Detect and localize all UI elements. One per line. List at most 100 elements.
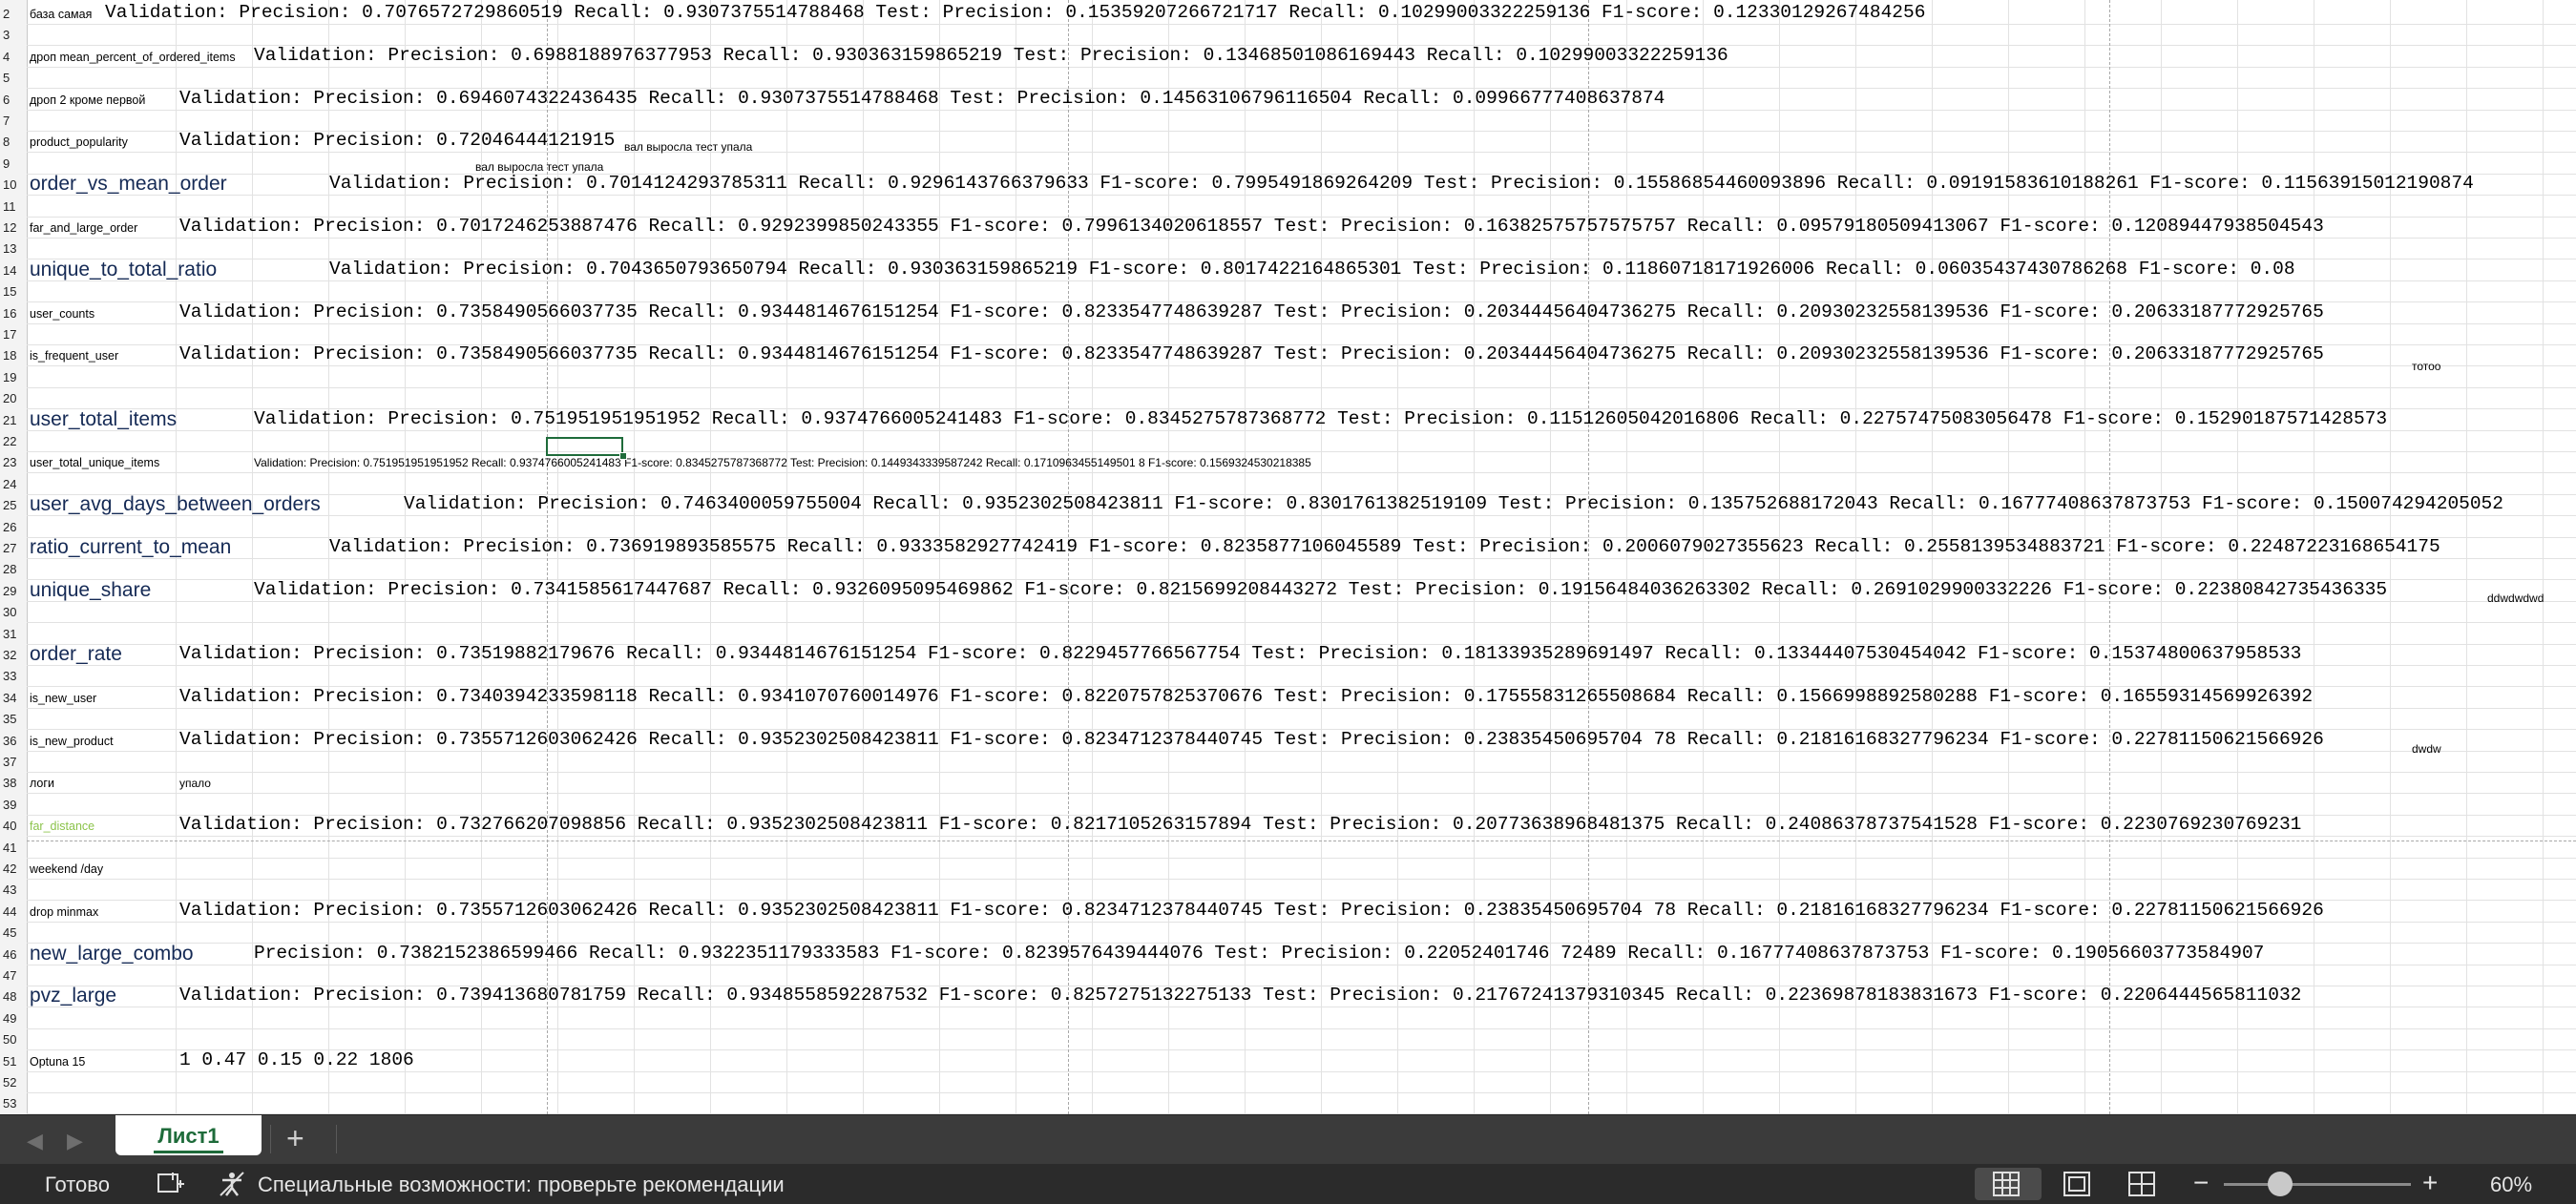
note-cell[interactable]: вал выросла тест упала <box>624 141 752 153</box>
row-number[interactable]: 44 <box>0 905 28 918</box>
row-number[interactable]: 7 <box>0 114 28 127</box>
result-cell[interactable]: Validation: Precision: 0.694607432243643… <box>179 89 1665 109</box>
row-label[interactable]: Optuna 15 <box>30 1056 85 1069</box>
row-number[interactable]: 22 <box>0 435 28 447</box>
row-number[interactable]: 36 <box>0 735 28 747</box>
row-number[interactable]: 42 <box>0 862 28 875</box>
row-label[interactable]: is_new_product <box>30 736 114 748</box>
row-label[interactable]: product_popularity <box>30 136 128 149</box>
row-label[interactable]: new_large_combo <box>30 944 194 964</box>
row-number[interactable]: 28 <box>0 563 28 575</box>
result-cell[interactable]: Validation: Precision: 0.732766207098856… <box>179 815 2301 835</box>
row-number[interactable]: 43 <box>0 883 28 896</box>
tab-sheet1[interactable]: Лист1 <box>115 1115 262 1155</box>
result-cell[interactable]: Validation: Precision: 0.72046444121915 <box>179 131 615 151</box>
zoom-slider-knob[interactable] <box>2268 1172 2293 1196</box>
row-label[interactable]: user_total_unique_items <box>30 457 159 469</box>
result-cell[interactable]: Validation: Precision: 0.735571260306242… <box>179 730 2324 750</box>
row-label[interactable]: логи <box>30 778 54 790</box>
row-number[interactable]: 34 <box>0 692 28 704</box>
row-number[interactable]: 24 <box>0 478 28 490</box>
row-label[interactable]: unique_to_total_ratio <box>30 259 217 280</box>
row-label[interactable]: far_distance <box>30 820 94 833</box>
result-cell[interactable]: Validation: Precision: 0.735849056603773… <box>179 344 2324 364</box>
fill-handle[interactable] <box>619 452 627 460</box>
result-cell[interactable]: Validation: Precision: 0.701724625388747… <box>179 217 2324 237</box>
row-number[interactable]: 17 <box>0 328 28 341</box>
row-label[interactable]: weekend /day <box>30 863 103 876</box>
selected-cell[interactable] <box>546 437 623 456</box>
row-label[interactable]: unique_share <box>30 580 151 600</box>
note-cell[interactable]: вал выросла тест упала <box>475 161 603 173</box>
row-number[interactable]: 46 <box>0 948 28 961</box>
row-number[interactable]: 40 <box>0 820 28 832</box>
result-cell[interactable]: Validation: Precision: 0.746340005975500… <box>404 494 2503 514</box>
row-label[interactable]: is_new_user <box>30 693 96 705</box>
result-cell[interactable]: упало <box>179 778 211 789</box>
note-cell[interactable]: тотоо <box>2412 361 2440 372</box>
row-number[interactable]: 49 <box>0 1012 28 1025</box>
zoom-level[interactable]: 60% <box>2490 1174 2532 1195</box>
accessibility-icon[interactable] <box>218 1171 246 1201</box>
row-number[interactable]: 45 <box>0 926 28 939</box>
result-cell[interactable]: Validation: Precision: 0.751951951951952… <box>254 457 1311 468</box>
row-number[interactable]: 3 <box>0 29 28 41</box>
result-cell[interactable]: Validation: Precision: 0.734158561744768… <box>254 580 2387 600</box>
row-number[interactable]: 29 <box>0 585 28 597</box>
result-cell[interactable]: Validation: Precision: 0.735571260306242… <box>179 901 2324 921</box>
row-number[interactable]: 27 <box>0 542 28 554</box>
row-label[interactable]: база самая <box>30 9 92 21</box>
row-number[interactable]: 8 <box>0 135 28 148</box>
plus-icon[interactable]: + <box>286 1123 304 1153</box>
chevron-left-icon[interactable]: ◀ <box>27 1129 43 1153</box>
row-number[interactable]: 20 <box>0 392 28 405</box>
macro-record-icon[interactable] <box>156 1171 186 1201</box>
row-number[interactable]: 11 <box>0 200 28 213</box>
zoom-slider[interactable] <box>2224 1183 2411 1186</box>
row-number[interactable]: 51 <box>0 1055 28 1068</box>
row-label[interactable]: drop minmax <box>30 906 98 919</box>
row-number[interactable]: 2 <box>0 8 28 20</box>
row-number[interactable]: 26 <box>0 521 28 533</box>
note-cell[interactable]: ddwdwdwd <box>2487 592 2544 604</box>
result-cell[interactable]: Validation: Precision: 0.751951951951952… <box>254 409 2387 429</box>
row-number[interactable]: 38 <box>0 777 28 789</box>
spreadsheet-grid[interactable]: 2 3 4 5 6 7 8 9 10 11 12 13 14 15 16 17 18 19 20 21 22 23 24 25… <box>0 0 2576 1114</box>
row-number[interactable]: 48 <box>0 990 28 1003</box>
result-cell[interactable]: Validation: Precision: 0.701412429378531… <box>329 174 2474 194</box>
row-number[interactable]: 37 <box>0 756 28 768</box>
accessibility-status[interactable]: Специальные возможности: проверьте реком… <box>258 1174 785 1195</box>
row-label[interactable]: user_total_items <box>30 409 177 429</box>
row-number[interactable]: 23 <box>0 456 28 468</box>
row-number[interactable]: 53 <box>0 1097 28 1110</box>
result-cell[interactable]: Validation: Precision: 0.739413680781759… <box>179 986 2301 1006</box>
note-cell[interactable]: dwdw <box>2412 743 2441 755</box>
row-number[interactable]: 25 <box>0 499 28 511</box>
result-cell[interactable]: Validation: Precision: 0.707657272986051… <box>105 3 1925 23</box>
row-number[interactable]: 52 <box>0 1076 28 1089</box>
row-number[interactable]: 35 <box>0 713 28 725</box>
row-number[interactable]: 10 <box>0 178 28 191</box>
row-number[interactable]: 50 <box>0 1033 28 1046</box>
row-label[interactable]: дроп 2 кроме первой <box>30 94 145 107</box>
row-number[interactable]: 19 <box>0 371 28 384</box>
result-cell[interactable]: Validation: Precision: 0.698818897637795… <box>254 46 1728 66</box>
row-label[interactable]: order_vs_mean_order <box>30 174 227 194</box>
row-label[interactable]: ratio_current_to_mean <box>30 537 231 557</box>
zoom-in-icon[interactable]: + <box>2422 1170 2438 1196</box>
row-number[interactable]: 15 <box>0 285 28 298</box>
row-number[interactable]: 14 <box>0 264 28 277</box>
row-number[interactable]: 47 <box>0 969 28 982</box>
result-cell[interactable]: Validation: Precision: 0.704365079365079… <box>329 259 2295 280</box>
row-label[interactable]: order_rate <box>30 644 122 664</box>
row-number[interactable]: 32 <box>0 649 28 661</box>
row-label[interactable]: user_avg_days_between_orders <box>30 494 321 514</box>
row-number[interactable]: 5 <box>0 72 28 84</box>
result-cell[interactable]: Validation: Precision: 0.736919893585575… <box>329 537 2440 557</box>
row-number[interactable]: 31 <box>0 628 28 640</box>
row-number[interactable]: 4 <box>0 51 28 63</box>
row-label[interactable]: far_and_large_order <box>30 222 137 235</box>
row-number[interactable]: 21 <box>0 414 28 426</box>
row-number[interactable]: 16 <box>0 307 28 320</box>
result-cell[interactable]: Validation: Precision: 0.73519882179676 … <box>179 644 2301 664</box>
